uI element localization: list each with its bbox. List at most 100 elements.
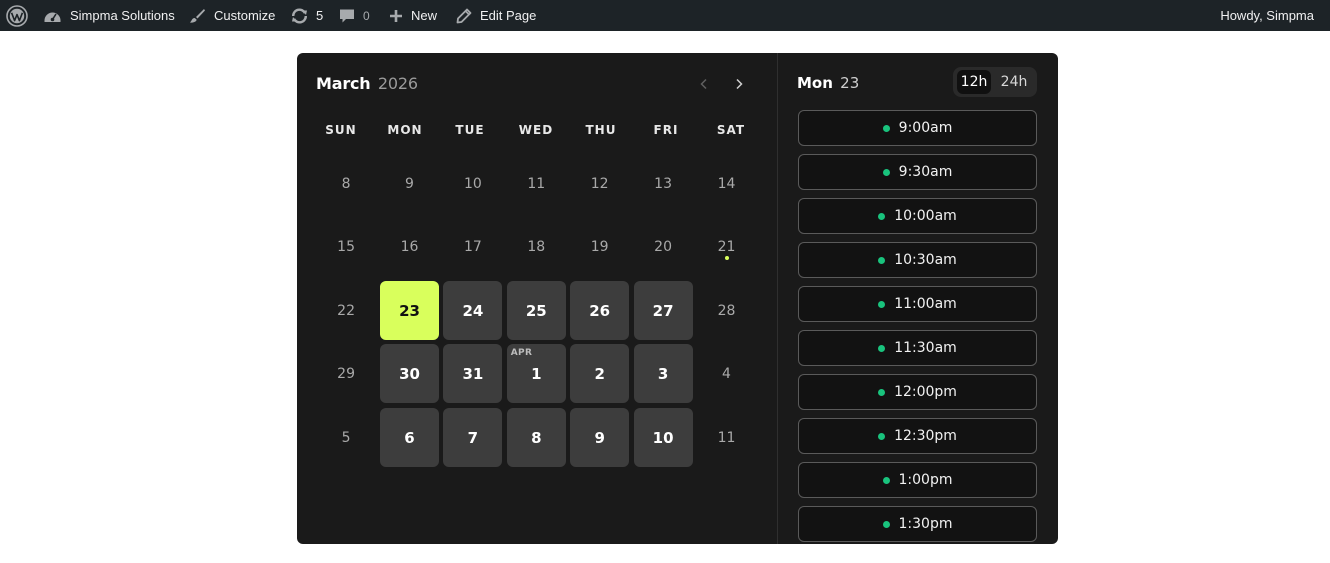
comments-link[interactable]: 0: [339, 0, 370, 31]
weekday-2: TUE: [455, 123, 485, 137]
chevron-left-icon: [699, 75, 709, 94]
updates-link[interactable]: 5: [290, 0, 323, 31]
day-cell: 11: [697, 408, 756, 467]
day-cell[interactable]: 8: [506, 408, 566, 467]
day-cell[interactable]: 26: [570, 281, 630, 340]
day-cell: 22: [317, 281, 376, 340]
day-cell[interactable]: 9: [570, 408, 630, 467]
day-cell[interactable]: 31: [443, 344, 503, 403]
day-cell[interactable]: 30: [380, 344, 439, 403]
availability-dot: [878, 300, 886, 308]
day-cell: 9: [380, 154, 439, 213]
availability-dot: [878, 256, 886, 264]
wp-logo-menu[interactable]: [6, 0, 28, 31]
day-cell: 19: [570, 217, 629, 276]
time-slot-label: 9:00am: [898, 120, 953, 136]
day-number: 28: [717, 302, 736, 319]
day-cell[interactable]: 25: [506, 281, 566, 340]
time-slot-label: 11:30am: [894, 340, 957, 356]
day-cell: 29: [317, 344, 376, 403]
time-slot-label: 1:00pm: [898, 472, 953, 488]
day-cell[interactable]: 27: [633, 281, 693, 340]
day-number: 5: [341, 429, 351, 446]
day-number: 1: [531, 364, 542, 383]
chevron-right-icon: [734, 75, 744, 94]
time-slot-button[interactable]: 1:00pm: [798, 462, 1037, 498]
format-24h-button[interactable]: 24h: [996, 70, 1032, 94]
updates-count: 5: [316, 8, 324, 23]
selected-date-label: Mon 23: [797, 74, 859, 92]
day-cell[interactable]: 7: [443, 408, 503, 467]
day-cell: 14: [697, 154, 756, 213]
day-cell[interactable]: APR 1: [506, 344, 566, 403]
customize-label: Customize: [214, 8, 276, 23]
day-number: 13: [654, 175, 672, 192]
day-number: 17: [463, 238, 482, 255]
day-number: 23: [399, 301, 420, 320]
day-cell: 5: [317, 408, 376, 467]
day-cell[interactable]: 6: [380, 408, 439, 467]
day-number: 3: [657, 364, 669, 383]
day-number: 11: [717, 429, 736, 446]
time-slot-label: 9:30am: [898, 164, 953, 180]
day-cell[interactable]: 3: [633, 344, 693, 403]
day-number: 27: [652, 301, 674, 320]
new-content-menu[interactable]: New: [389, 0, 437, 31]
day-number: 20: [654, 238, 672, 255]
comment-icon: [339, 8, 355, 24]
howdy-label: Howdy, Simpma: [1220, 8, 1314, 23]
day-number: 21: [717, 238, 736, 255]
edit-page-link[interactable]: Edit Page: [456, 0, 536, 31]
my-account-menu[interactable]: Howdy, Simpma: [1220, 0, 1314, 31]
selected-day-number: 23: [840, 74, 860, 92]
calendar-pane: March 2026 SUN MON TUE WED THU FRI SAT 8 9 10 11 1…: [297, 53, 777, 544]
day-number: 25: [525, 301, 547, 320]
wp-admin-bar: Simpma Solutions Customize 5 0 New Edit …: [0, 0, 1330, 31]
day-cell-selected[interactable]: 23: [380, 281, 439, 340]
day-number: 22: [337, 302, 355, 319]
day-number: 24: [462, 301, 484, 320]
day-number: 10: [463, 175, 482, 192]
time-slot-button[interactable]: 9:00am: [798, 110, 1037, 146]
availability-dot: [882, 124, 890, 132]
day-cell: 12: [570, 154, 629, 213]
day-cell[interactable]: 10: [633, 408, 693, 467]
day-cell[interactable]: 24: [443, 281, 503, 340]
time-slot-button[interactable]: 11:30am: [798, 330, 1037, 366]
day-number: 16: [400, 238, 419, 255]
next-month-button[interactable]: [729, 74, 749, 94]
site-name-menu[interactable]: Simpma Solutions: [43, 0, 175, 31]
availability-dot: [878, 212, 886, 220]
time-slot-button[interactable]: 10:00am: [798, 198, 1037, 234]
day-number: 8: [341, 175, 351, 192]
day-cell: 11: [507, 154, 566, 213]
day-cell: 4: [697, 344, 756, 403]
day-cell: 13: [634, 154, 693, 213]
comments-count: 0: [363, 8, 370, 23]
time-slot-button[interactable]: 12:30pm: [798, 418, 1037, 454]
day-cell: 17: [443, 217, 502, 276]
weekday-0: SUN: [325, 123, 357, 137]
booking-widget: March 2026 SUN MON TUE WED THU FRI SAT 8 9 10 11 1…: [297, 53, 1058, 544]
day-cell[interactable]: 2: [570, 344, 630, 403]
day-number: 14: [717, 175, 736, 192]
day-cell: 28: [697, 281, 756, 340]
day-number: 9: [405, 175, 414, 192]
day-number: 26: [589, 301, 611, 320]
time-slot-button[interactable]: 1:30pm: [798, 506, 1037, 542]
wordpress-icon: [6, 4, 28, 27]
availability-dot: [878, 344, 886, 352]
time-slot-button[interactable]: 11:00am: [798, 286, 1037, 322]
day-number: 10: [652, 428, 674, 447]
availability-dot: [882, 520, 890, 528]
weekday-4: THU: [585, 123, 617, 137]
weekday-3: WED: [518, 123, 554, 137]
format-12h-button[interactable]: 12h: [957, 70, 991, 94]
time-slot-button[interactable]: 12:00pm: [798, 374, 1037, 410]
day-number: 6: [404, 428, 415, 447]
day-number: 8: [531, 428, 542, 447]
customize-link[interactable]: Customize: [188, 0, 275, 31]
time-slot-button[interactable]: 9:30am: [798, 154, 1037, 190]
time-slot-button[interactable]: 10:30am: [798, 242, 1037, 278]
prev-month-button[interactable]: [694, 74, 714, 94]
